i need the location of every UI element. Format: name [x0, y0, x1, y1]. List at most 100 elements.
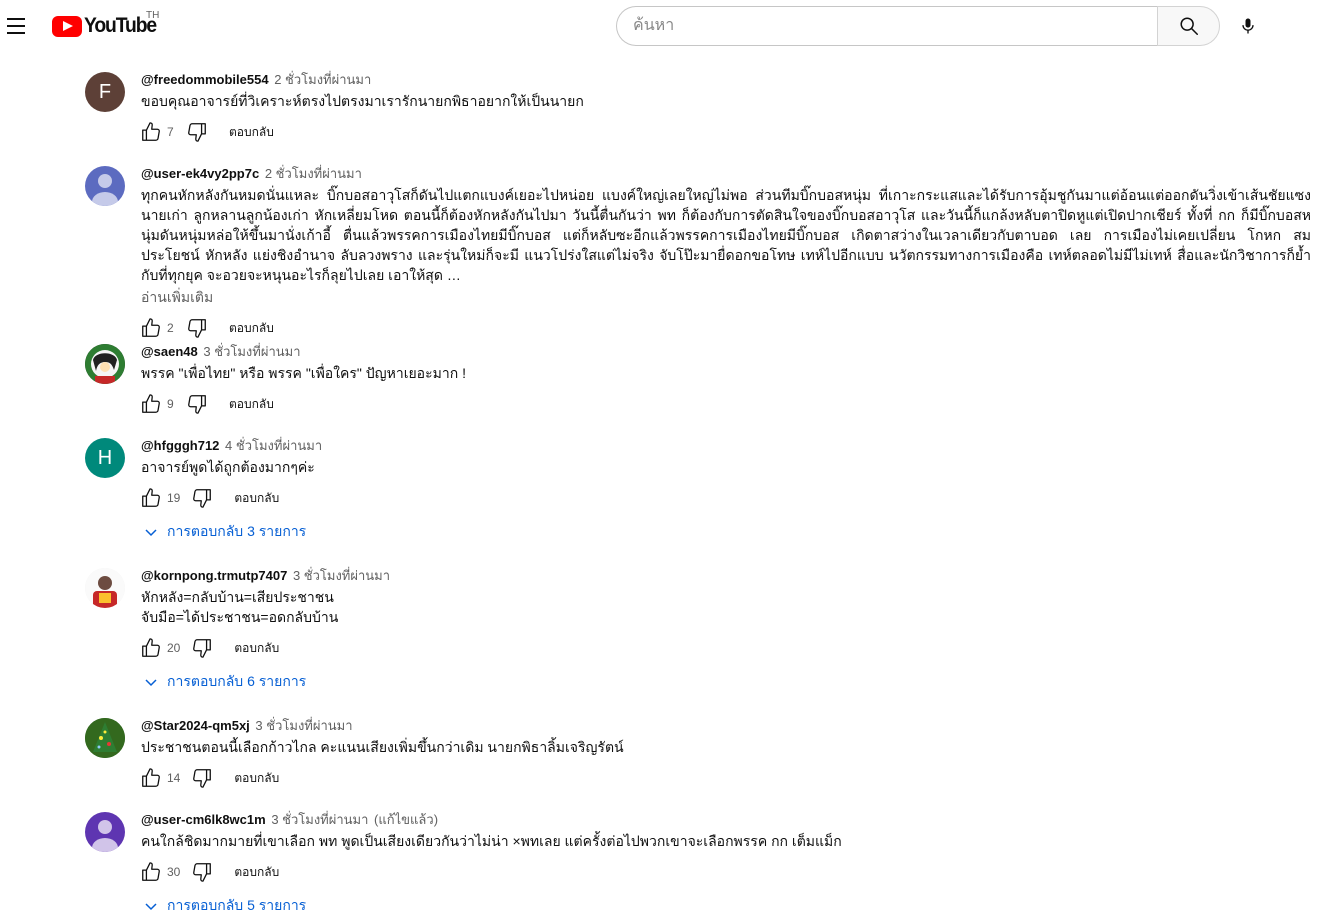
avatar[interactable] — [85, 812, 125, 852]
user-photo-icon — [85, 568, 125, 608]
reply-button[interactable]: ตอบกลับ — [223, 388, 280, 420]
avatar[interactable] — [85, 344, 125, 384]
like-count: 19 — [167, 491, 181, 505]
view-replies-button[interactable]: การตอบกลับ 5 รายการ — [139, 888, 1315, 919]
thumbs-up-icon — [142, 862, 160, 881]
thumbs-up-icon — [142, 488, 160, 507]
like-button[interactable] — [135, 482, 167, 514]
chevron-down-icon — [139, 670, 163, 694]
youtube-play-icon — [52, 15, 82, 37]
view-replies-button[interactable]: การตอบกลับ 3 รายการ — [139, 514, 1315, 550]
comment-time[interactable]: 3 ชั่วโมงที่ผ่านมา — [271, 812, 368, 827]
like-count: 14 — [167, 771, 181, 785]
country-code: TH — [146, 10, 160, 21]
comment-thread: @user-ek4vy2pp7c 2 ชั่วโมงที่ผ่านมา ทุกค… — [85, 156, 1315, 338]
comment-text: คนใกล้ชิดมากมายที่เขาเลือก พท พูดเป็นเสี… — [141, 833, 842, 849]
avatar[interactable]: F — [85, 72, 125, 112]
like-button[interactable] — [135, 388, 167, 420]
comment-author[interactable]: @Star2024-qm5xj — [141, 718, 250, 733]
avatar[interactable] — [85, 166, 125, 206]
comment-author[interactable]: @kornpong.trmutp7407 — [141, 568, 287, 583]
thumbs-down-icon — [188, 395, 206, 414]
comment-thread: F @freedommobile554 2 ชั่วโมงที่ผ่านมา ข… — [85, 62, 1315, 156]
chevron-down-icon — [139, 894, 163, 918]
like-button[interactable] — [135, 632, 167, 664]
like-count: 2 — [167, 321, 174, 335]
microphone-icon — [1242, 18, 1254, 34]
dislike-button[interactable] — [186, 482, 218, 514]
comment-thread: @Star2024-qm5xj 3 ชั่วโมงที่ผ่านมา ประชา… — [85, 708, 1315, 802]
thumbs-down-icon — [193, 639, 212, 658]
comment-thread: H @hfgggh712 4 ชั่วโมงที่ผ่านมา อาจารย์พ… — [85, 428, 1315, 558]
comment-actions: 7 ตอบกลับ — [135, 116, 1315, 148]
like-button[interactable] — [135, 762, 167, 794]
thumbs-up-icon — [142, 394, 160, 413]
comment-author[interactable]: @freedommobile554 — [141, 72, 269, 87]
replies-count-label: การตอบกลับ 6 รายการ — [167, 673, 307, 689]
comment-actions: 9 ตอบกลับ — [135, 388, 1315, 420]
comment-thread: @user-cm6lk8wc1m 3 ชั่วโมงที่ผ่านมา (แก้… — [85, 802, 1315, 913]
reply-button[interactable]: ตอบกลับ — [228, 762, 285, 794]
comment-author[interactable]: @saen48 — [141, 344, 198, 359]
thumbs-up-icon — [142, 768, 160, 787]
comment-time[interactable]: 3 ชั่วโมงที่ผ่านมา — [293, 568, 390, 583]
replies-count-label: การตอบกลับ 5 รายการ — [167, 897, 307, 913]
thumbs-down-icon — [193, 489, 212, 508]
comment-actions: 19 ตอบกลับ — [135, 482, 1315, 514]
thumbs-up-icon — [142, 638, 160, 657]
hamburger-icon — [7, 18, 25, 20]
voice-search-button[interactable] — [1228, 6, 1268, 46]
avatar[interactable]: H — [85, 438, 125, 478]
comment-text: อาจารย์พูดได้ถูกต้องมากๆค่ะ — [141, 459, 315, 475]
like-count: 9 — [167, 397, 174, 411]
comment-actions: 14 ตอบกลับ — [135, 762, 1315, 794]
chevron-down-icon — [139, 520, 163, 544]
dislike-button[interactable] — [186, 762, 218, 794]
avatar[interactable] — [85, 568, 125, 608]
search-button[interactable] — [1157, 6, 1220, 46]
avatar[interactable] — [85, 718, 125, 758]
comment-thread: @saen48 3 ชั่วโมงที่ผ่านมา พรรค "เพื่อไท… — [85, 334, 1315, 428]
dislike-button[interactable] — [181, 116, 213, 148]
comment-author[interactable]: @user-ek4vy2pp7c — [141, 166, 259, 181]
comment-time[interactable]: 2 ชั่วโมงที่ผ่านมา — [265, 166, 362, 181]
comment-text: พรรค "เพื่อไทย" หรือ พรรค "เพื่อใคร" ปัญ… — [141, 365, 466, 381]
reply-button[interactable]: ตอบกลับ — [228, 856, 285, 888]
reply-button[interactable]: ตอบกลับ — [228, 482, 285, 514]
view-replies-button[interactable]: การตอบกลับ 6 รายการ — [139, 664, 1315, 700]
search-input[interactable] — [616, 6, 1157, 46]
replies-count-label: การตอบกลับ 3 รายการ — [167, 523, 307, 539]
comment-text: ขอบคุณอาจารย์ที่วิเคราะห์ตรงไปตรงมาเรารั… — [141, 93, 584, 109]
comment-author[interactable]: @hfgggh712 — [141, 438, 219, 453]
default-user-icon — [92, 820, 118, 852]
thumbs-down-icon — [193, 863, 212, 882]
like-count: 20 — [167, 641, 181, 655]
comment-time[interactable]: 2 ชั่วโมงที่ผ่านมา — [274, 72, 371, 87]
dislike-button[interactable] — [186, 856, 218, 888]
read-more-link[interactable]: อ่านเพิ่มเติม — [141, 287, 1315, 307]
comment-author[interactable]: @user-cm6lk8wc1m — [141, 812, 266, 827]
dislike-button[interactable] — [181, 388, 213, 420]
like-button[interactable] — [135, 856, 167, 888]
guide-menu-button[interactable] — [4, 10, 28, 42]
comment-actions: 20 ตอบกลับ — [135, 632, 1315, 664]
comment-thread: @kornpong.trmutp7407 3 ชั่วโมงที่ผ่านมา … — [85, 558, 1315, 708]
masthead: YouTube TH — [0, 0, 1336, 56]
comment-actions: 30 ตอบกลับ — [135, 856, 1315, 888]
dislike-button[interactable] — [186, 632, 218, 664]
comments-section: F @freedommobile554 2 ชั่วโมงที่ผ่านมา ข… — [85, 62, 1315, 913]
comment-time[interactable]: 3 ชั่วโมงที่ผ่านมา — [203, 344, 300, 359]
thumbs-down-icon — [193, 769, 212, 788]
comment-time[interactable]: 4 ชั่วโมงที่ผ่านมา — [225, 438, 322, 453]
like-count: 7 — [167, 125, 174, 139]
comment-time[interactable]: 3 ชั่วโมงที่ผ่านมา — [255, 718, 352, 733]
comment-text: ประชาชนตอนนี้เลือกก้าวไกล คะแนนเสียงเพิ่… — [141, 739, 624, 755]
comment-text: ทุกคนหักหลังกันหมดนั่นแหละ บิ๊กบอสอาวุโส… — [141, 187, 1311, 283]
like-button[interactable] — [135, 116, 167, 148]
like-count: 30 — [167, 865, 181, 879]
thumbs-up-icon — [142, 122, 160, 141]
reply-button[interactable]: ตอบกลับ — [223, 116, 280, 148]
thumbs-down-icon — [188, 123, 206, 142]
christmas-tree-icon — [85, 718, 125, 758]
reply-button[interactable]: ตอบกลับ — [228, 632, 285, 664]
